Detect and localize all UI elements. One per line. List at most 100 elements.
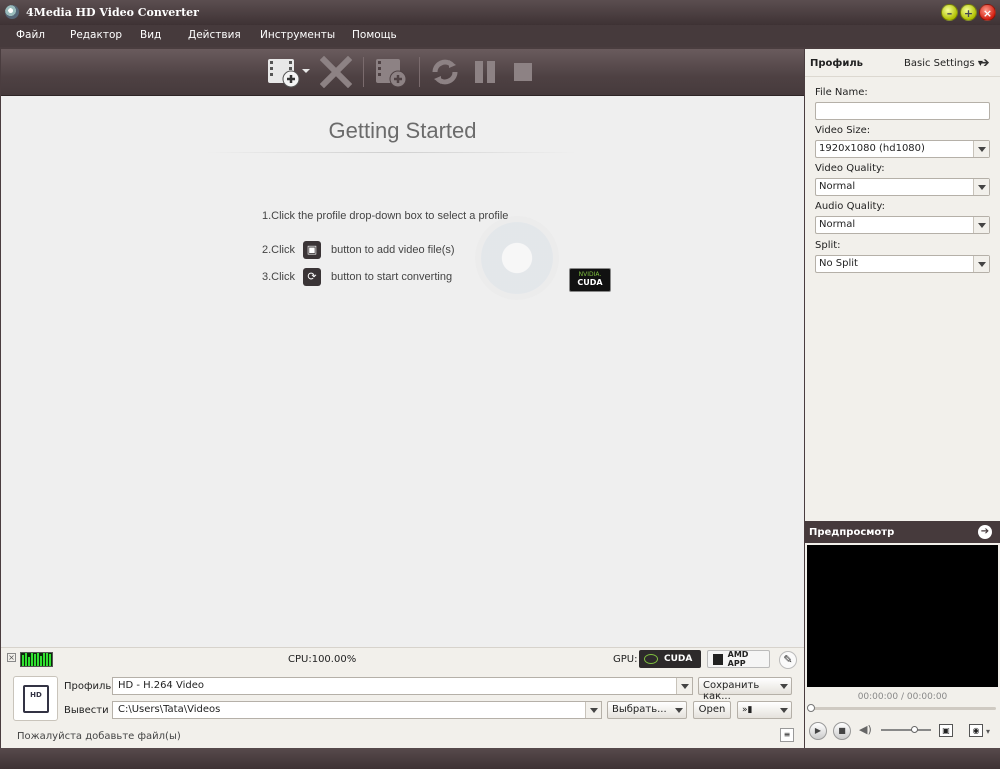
audio-quality-label: Audio Quality:	[815, 201, 885, 212]
transfer-device-icon: »▮	[742, 705, 753, 715]
cuda-label: CUDA	[577, 278, 603, 287]
audio-quality-value: Normal	[819, 219, 856, 230]
open-folder-button[interactable]: Open	[693, 701, 731, 719]
convert-icon	[432, 59, 458, 85]
profile-select[interactable]: HD - H.264 Video	[112, 677, 693, 695]
chevron-down-icon[interactable]: ▾	[986, 727, 990, 736]
save-as-label: Сохранить как...	[703, 680, 760, 702]
menu-tools[interactable]: Инструменты	[260, 29, 335, 41]
video-quality-value: Normal	[819, 181, 856, 192]
output-settings-panel: HD Профиль: HD - H.264 Video Сохранить к…	[1, 671, 804, 748]
arrow-right-icon[interactable]: ➔	[978, 525, 992, 539]
nvidia-label: NVIDIA.	[578, 271, 602, 278]
window-title: 4Media HD Video Converter	[26, 6, 199, 19]
chevron-down-icon	[675, 708, 683, 713]
output-path-select[interactable]: C:\Users\Tata\Videos	[112, 701, 602, 719]
convert-small-icon: ⟳	[303, 268, 321, 286]
app-logo-watermark	[475, 216, 559, 300]
play-button[interactable]: ▶	[809, 722, 827, 740]
profile-thumbnail[interactable]: HD	[13, 676, 58, 721]
file-name-input[interactable]	[815, 102, 990, 120]
transfer-to-device-button[interactable]: »▮	[737, 701, 792, 719]
menu-actions[interactable]: Действия	[188, 29, 241, 41]
settings-wrench-icon[interactable]: ✎	[779, 651, 797, 669]
video-size-value: 1920x1080 (hd1080)	[819, 143, 925, 154]
add-video-button[interactable]	[265, 55, 311, 89]
cpu-usage-graph	[20, 652, 53, 667]
heading-divider	[206, 152, 576, 153]
chevron-down-icon	[780, 684, 788, 689]
minimize-button[interactable]: –	[941, 4, 958, 21]
status-hint: Пожалуйста добавьте файл(ы)	[17, 731, 181, 742]
hd-profile-icon: HD	[23, 685, 49, 713]
status-bar: × CPU:100.00% GPU: CUDA AMD APP ✎	[1, 647, 804, 671]
file-list-area[interactable]: Getting Started 1.Click the profile drop…	[1, 96, 804, 647]
close-graph-icon[interactable]: ×	[7, 653, 16, 662]
task-list-icon[interactable]: ≡	[780, 728, 794, 742]
step-2-suffix: button to add video file(s)	[331, 244, 455, 256]
video-quality-label: Video Quality:	[815, 163, 885, 174]
audio-quality-select[interactable]: Normal	[815, 216, 990, 234]
convert-button[interactable]	[428, 55, 462, 89]
menu-edit[interactable]: Редактор	[70, 29, 122, 41]
chevron-down-icon	[973, 179, 989, 195]
step-1-text: 1.Click the profile drop-down box to sel…	[262, 210, 509, 222]
chevron-down-icon	[973, 256, 989, 272]
gpu-label: GPU:	[613, 654, 638, 665]
toolbar-separator	[363, 57, 364, 87]
profile-panel-header: Профиль Basic Settings ▾ ➔	[805, 49, 1000, 77]
chevron-down-icon	[973, 141, 989, 157]
profile-settings-panel: Профиль Basic Settings ▾ ➔ File Name: Vi…	[805, 49, 1000, 521]
seek-bar[interactable]	[809, 707, 996, 710]
add-segment-icon	[376, 59, 407, 88]
arrow-right-icon[interactable]: ➔	[978, 56, 992, 70]
basic-settings-label: Basic Settings	[904, 58, 975, 69]
amd-icon	[713, 653, 723, 665]
snapshot-camera-icon[interactable]: ◉	[969, 724, 983, 737]
remove-button[interactable]	[319, 55, 353, 89]
save-as-button[interactable]: Сохранить как...	[698, 677, 792, 702]
profile-panel-title: Профиль	[810, 58, 863, 69]
chevron-down-icon	[676, 678, 692, 694]
pause-button[interactable]	[471, 55, 499, 89]
cuda-button[interactable]: CUDA	[639, 650, 701, 668]
menu-view[interactable]: Вид	[140, 29, 161, 41]
preview-time: 00:00:00 / 00:00:00	[857, 692, 948, 702]
amd-app-button[interactable]: AMD APP	[707, 650, 770, 668]
volume-handle[interactable]	[911, 726, 918, 733]
toolbar	[1, 49, 804, 96]
app-icon	[5, 5, 19, 19]
volume-slider[interactable]	[881, 729, 931, 731]
stop-button[interactable]	[509, 55, 537, 89]
browse-button[interactable]: Выбрать...	[607, 701, 687, 719]
video-size-select[interactable]: 1920x1080 (hd1080)	[815, 140, 990, 158]
step-3-prefix: 3.Click	[262, 271, 296, 283]
volume-icon[interactable]: ◀)	[859, 723, 872, 736]
maximize-button[interactable]: +	[960, 4, 977, 21]
preview-header: Предпросмотр ➔	[805, 521, 1000, 543]
preview-title: Предпросмотр	[809, 527, 895, 538]
step-3-suffix: button to start converting	[331, 271, 453, 283]
menu-help[interactable]: Помощь	[352, 29, 397, 41]
add-video-icon	[268, 59, 310, 88]
profile-select-value: HD - H.264 Video	[118, 680, 204, 691]
window-bottom-border	[0, 748, 1000, 769]
menu-file[interactable]: Файл	[16, 29, 45, 41]
open-label: Open	[698, 704, 726, 715]
basic-settings-dropdown[interactable]: Basic Settings ▾	[904, 58, 983, 69]
fullscreen-icon[interactable]: ▣	[939, 724, 953, 737]
add-segment-button[interactable]	[373, 55, 409, 89]
video-size-label: Video Size:	[815, 125, 871, 136]
video-quality-select[interactable]: Normal	[815, 178, 990, 196]
remove-icon	[320, 56, 352, 88]
split-label: Split:	[815, 240, 841, 251]
split-select[interactable]: No Split	[815, 255, 990, 273]
seek-handle[interactable]	[807, 704, 815, 712]
stop-preview-button[interactable]: ■	[833, 722, 851, 740]
add-video-small-icon: ▣	[303, 241, 321, 259]
chevron-down-icon	[585, 702, 601, 718]
close-button[interactable]: ×	[979, 4, 996, 21]
title-bar: 4Media HD Video Converter – + ×	[0, 0, 1000, 25]
chevron-down-icon	[973, 217, 989, 233]
chevron-down-icon	[780, 708, 788, 713]
